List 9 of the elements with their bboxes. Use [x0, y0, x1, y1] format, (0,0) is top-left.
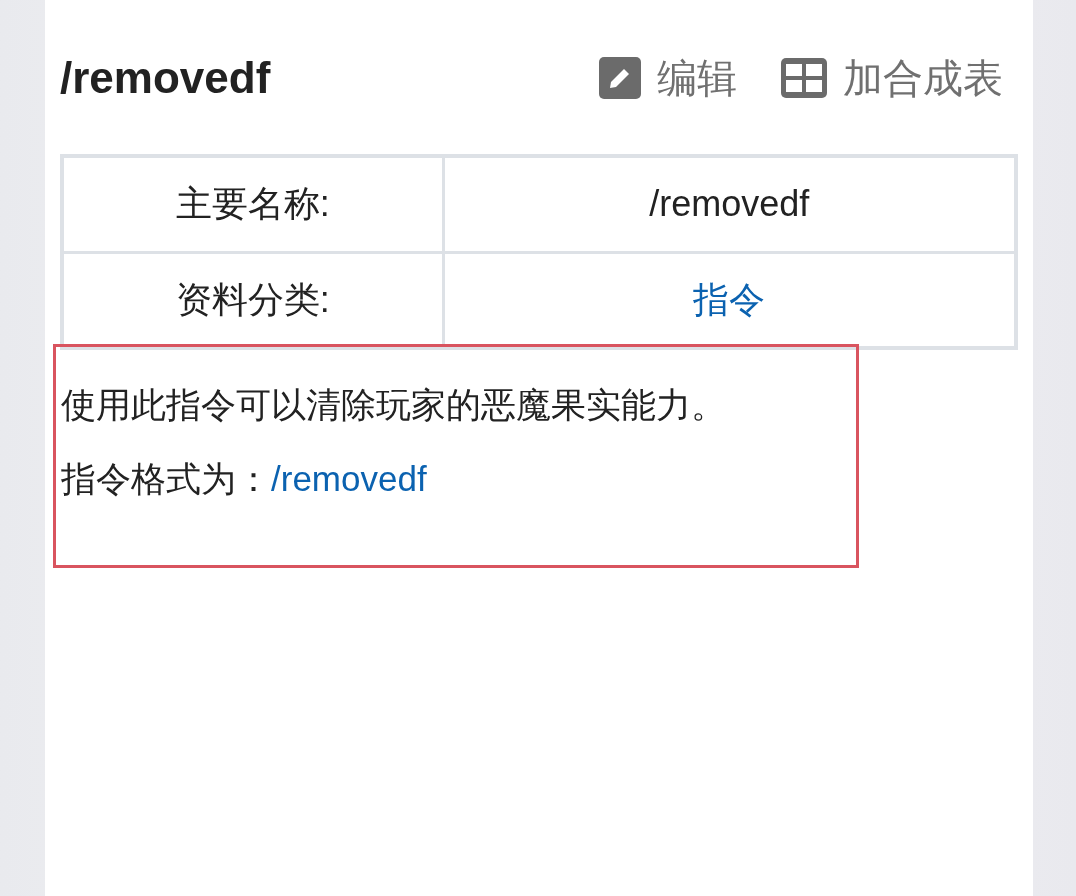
page-title: /removedf	[60, 56, 271, 100]
add-recipe-button[interactable]: 加合成表	[781, 58, 1003, 98]
edit-button[interactable]: 编辑	[599, 57, 737, 99]
table-icon	[781, 58, 827, 98]
pencil-icon	[599, 57, 641, 99]
label-cell: 主要名称:	[62, 156, 443, 252]
command-link[interactable]: /removedf	[271, 459, 427, 498]
description-text: 指令格式为：/removedf	[61, 458, 428, 500]
description-text: 使用此指令可以清除玩家的恶魔果实能力。	[61, 384, 727, 426]
